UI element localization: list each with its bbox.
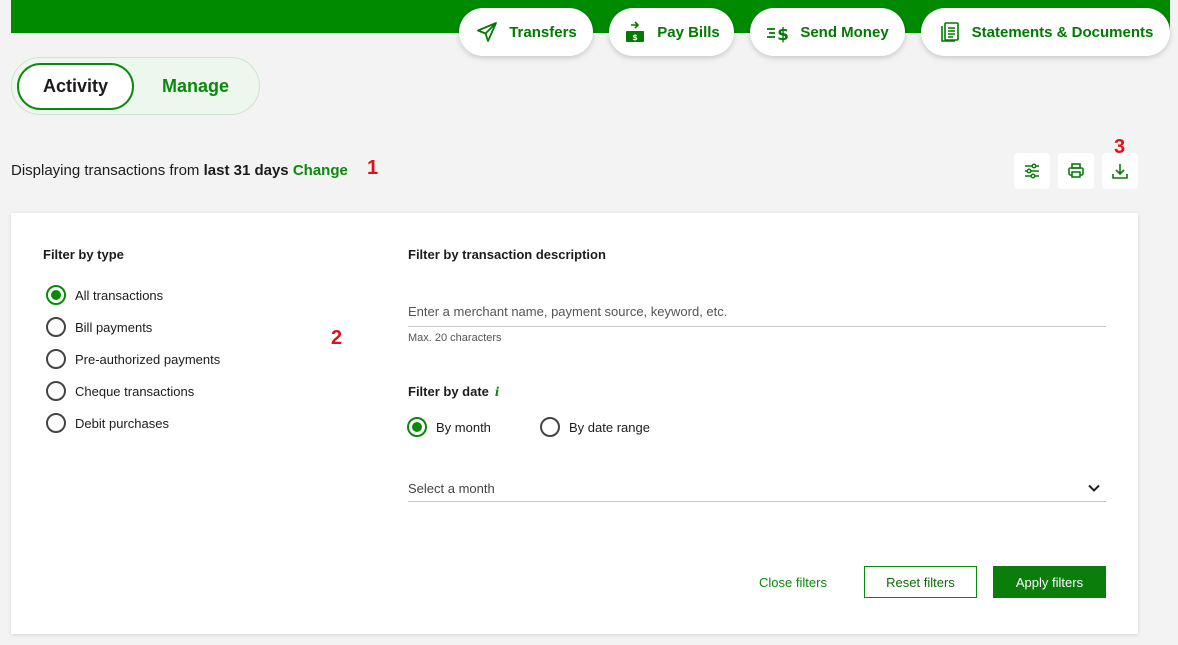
send-money-label: Send Money <box>800 23 889 41</box>
info-icon[interactable]: i <box>495 385 500 399</box>
radio-label: All transactions <box>75 287 164 303</box>
description-search-input[interactable] <box>408 297 1106 327</box>
transfers-button[interactable]: Transfers <box>459 8 593 56</box>
annotation-marker-2: 2 <box>331 327 343 349</box>
statements-label: Statements & Documents <box>971 23 1154 41</box>
filter-type-option[interactable]: Cheque transactions <box>46 381 194 401</box>
reset-filters-button[interactable]: Reset filters <box>864 566 977 598</box>
filter-type-option[interactable]: All transactions <box>46 285 163 305</box>
radio-button[interactable] <box>46 349 66 369</box>
filter-panel: Filter by type All transactions Bill pay… <box>11 213 1138 634</box>
filter-type-title: Filter by type <box>43 247 124 262</box>
pay-bills-button[interactable]: $ Pay Bills <box>609 8 734 56</box>
dollar-send-icon: $ <box>766 20 790 44</box>
pay-bills-label: Pay Bills <box>657 23 720 41</box>
filter-type-option[interactable]: Pre-authorized payments <box>46 349 220 369</box>
date-mode-option[interactable]: By date range <box>540 417 650 437</box>
change-range-link[interactable]: Change <box>293 162 348 179</box>
tab-activity[interactable]: Activity <box>17 63 134 110</box>
radio-label: By date range <box>569 419 650 435</box>
radio-button[interactable] <box>46 381 66 401</box>
document-icon <box>938 20 962 44</box>
filter-type-option[interactable]: Bill payments <box>46 317 152 337</box>
radio-label: Debit purchases <box>75 415 169 431</box>
download-icon <box>1110 161 1130 181</box>
printer-icon <box>1066 161 1086 181</box>
date-mode-option[interactable]: By month <box>407 417 491 437</box>
activity-manage-toggle: Activity Manage <box>11 57 260 115</box>
summary-prefix: Displaying transactions from <box>11 162 200 179</box>
transfers-label: Transfers <box>509 23 577 41</box>
paper-plane-icon <box>475 20 499 44</box>
radio-button[interactable] <box>407 417 427 437</box>
svg-text:$: $ <box>632 33 638 42</box>
print-button[interactable] <box>1058 153 1094 189</box>
sliders-icon <box>1022 161 1042 181</box>
chevron-down-icon <box>1086 480 1106 496</box>
filter-date-label: Filter by date <box>408 384 489 399</box>
radio-label: By month <box>436 419 491 435</box>
description-helper-text: Max. 20 characters <box>408 332 502 344</box>
filter-type-option[interactable]: Debit purchases <box>46 413 169 433</box>
radio-button[interactable] <box>540 417 560 437</box>
radio-button[interactable] <box>46 413 66 433</box>
radio-button[interactable] <box>46 317 66 337</box>
apply-filters-button[interactable]: Apply filters <box>993 566 1106 598</box>
date-range-summary: Displaying transactions from last 31 day… <box>11 162 348 179</box>
radio-button[interactable] <box>46 285 66 305</box>
radio-label: Pre-authorized payments <box>75 351 221 367</box>
svg-text:$: $ <box>777 25 789 44</box>
close-filters-button[interactable]: Close filters <box>748 567 838 598</box>
send-money-button[interactable]: $ Send Money <box>750 8 905 56</box>
month-select-placeholder: Select a month <box>408 480 495 496</box>
radio-label: Bill payments <box>75 319 153 335</box>
annotation-marker-1: 1 <box>367 157 379 179</box>
month-select[interactable]: Select a month <box>408 475 1106 502</box>
radio-label: Cheque transactions <box>75 383 195 399</box>
filter-toggle-button[interactable] <box>1014 153 1050 189</box>
bill-cash-icon: $ <box>623 20 647 44</box>
filter-date-title: Filter by date i <box>408 384 499 399</box>
summary-range: last 31 days <box>203 162 289 179</box>
filter-description-title: Filter by transaction description <box>408 247 606 262</box>
statements-documents-button[interactable]: Statements & Documents <box>921 8 1170 56</box>
download-button[interactable] <box>1102 153 1138 189</box>
tab-manage[interactable]: Manage <box>138 63 253 110</box>
